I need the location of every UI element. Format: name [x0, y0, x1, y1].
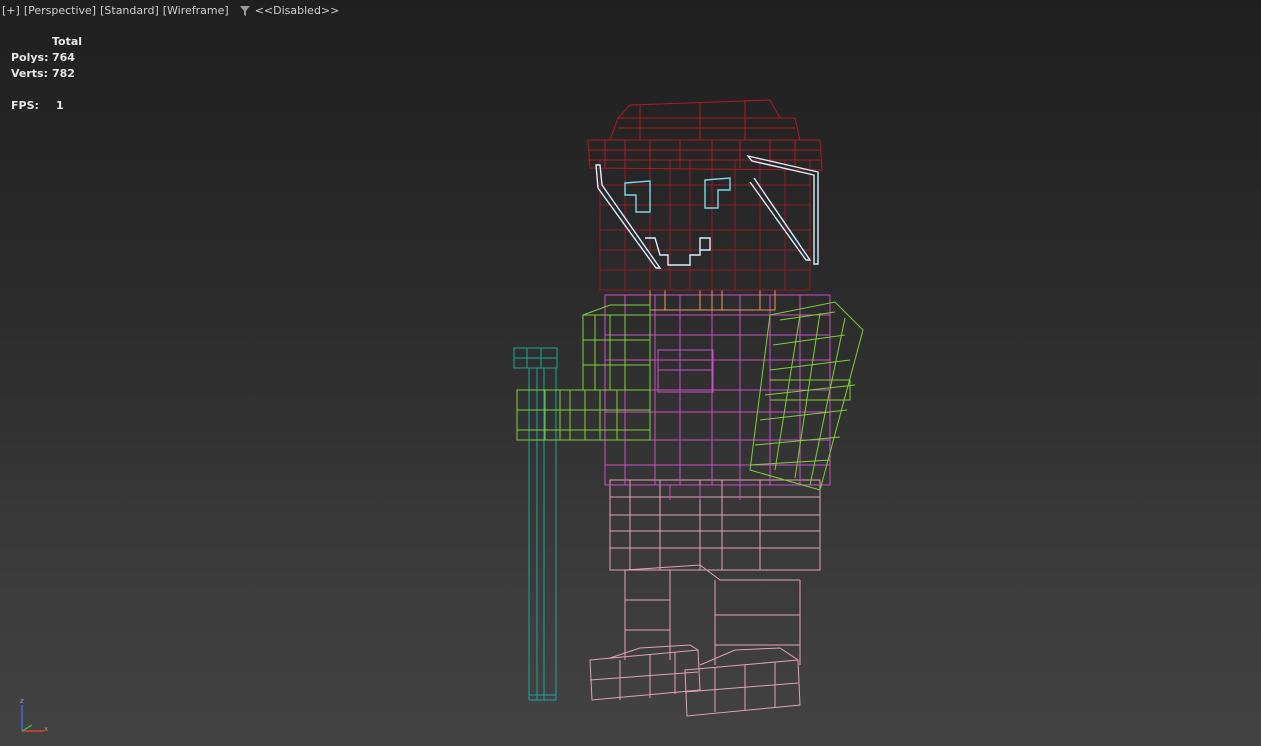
- axis-gizmo-icon: z x: [20, 697, 48, 733]
- hat-mesh: [587, 99, 823, 171]
- neck-mesh: [649, 288, 776, 311]
- axis-x-label: x: [44, 725, 48, 733]
- axis-z-label: z: [20, 697, 24, 705]
- perspective-viewport[interactable]: [+] [Perspective] [Standard] [Wireframe]…: [0, 0, 1261, 746]
- staff-mesh: [513, 347, 558, 701]
- legs-mesh: [589, 479, 821, 717]
- wireframe-character-model[interactable]: [0, 0, 1261, 746]
- eyes-mesh: [624, 177, 731, 213]
- right-arm-mesh: [749, 301, 864, 491]
